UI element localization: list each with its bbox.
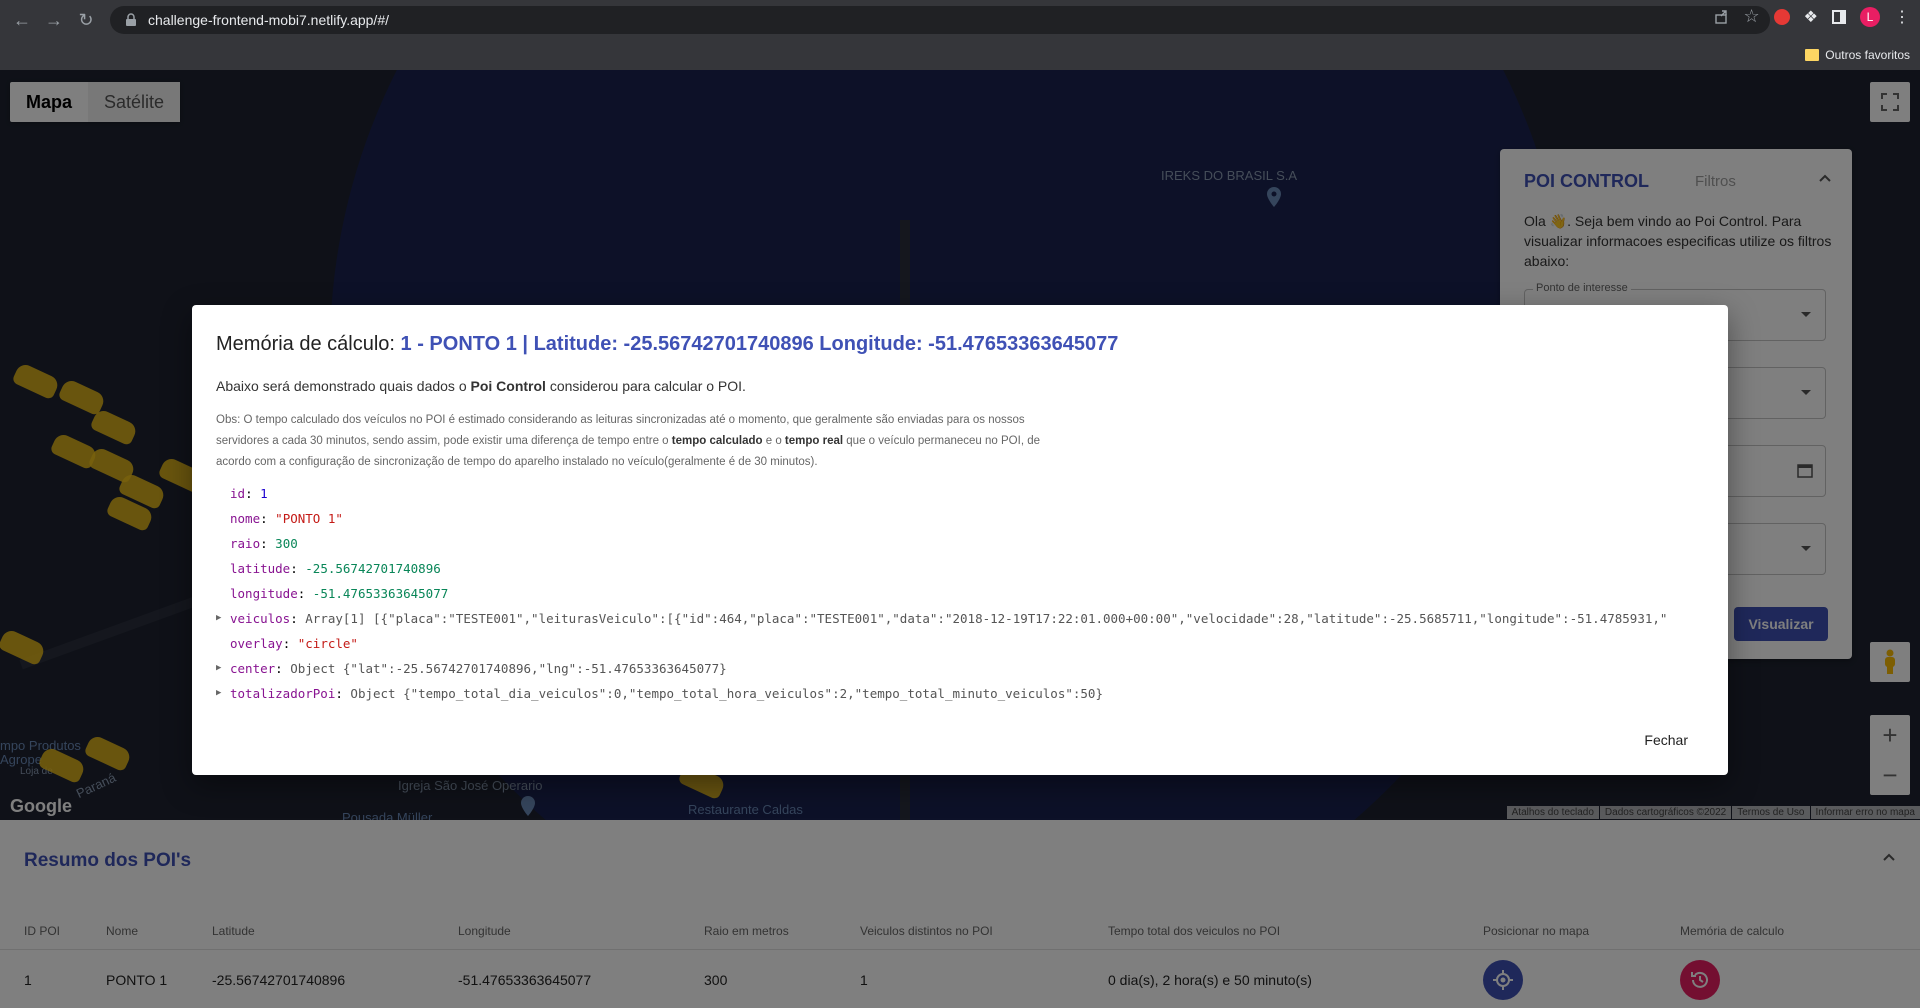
extension-red-icon[interactable] (1773, 8, 1790, 25)
json-value: Array[1] [{"placa":"TESTE001","leiturasV… (305, 611, 1668, 626)
json-key: id (230, 486, 246, 501)
json-row-id: id: 1 (230, 486, 268, 501)
obs-text-2: e o (762, 435, 785, 447)
json-key: veiculos (230, 611, 291, 626)
url-text: challenge-frontend-mobi7.netlify.app/#/ (148, 12, 390, 28)
json-key: nome (230, 511, 261, 526)
json-value: Object {"lat":-25.56742701740896,"lng":-… (290, 661, 727, 676)
json-value: -51.47653363645077 (312, 586, 449, 601)
avatar[interactable]: L (1860, 6, 1880, 27)
toolbar-actions: ☆ ❖ L ⋮ (1714, 6, 1910, 27)
json-key: latitude (230, 561, 291, 576)
dialog-title: Memória de cálculo: 1 - PONTO 1 | Latitu… (216, 333, 1118, 356)
dialog-subtitle-bold: Poi Control (470, 378, 546, 394)
dialog-title-poi: 1 - PONTO 1 | Latitude: -25.567427017408… (400, 333, 1119, 355)
json-row-nome: nome: "PONTO 1" (230, 511, 343, 526)
bookmarks-bar: Outros favoritos (0, 40, 1920, 70)
json-inspector: id: 1 nome: "PONTO 1" raio: 300 latitude… (216, 481, 1716, 706)
json-key: center (230, 661, 276, 676)
lock-icon (126, 13, 136, 26)
folder-icon (1805, 49, 1820, 61)
back-icon[interactable]: ← (6, 4, 38, 36)
share-icon[interactable] (1714, 9, 1730, 25)
reload-icon[interactable]: ↻ (70, 4, 102, 36)
json-key: raio (230, 536, 261, 551)
dialog-subtitle-post: considerou para calcular o POI. (545, 378, 746, 394)
menu-icon[interactable]: ⋮ (1894, 7, 1910, 27)
json-row-raio: raio: 300 (230, 536, 298, 551)
sidepanel-icon[interactable] (1832, 9, 1846, 24)
json-value: "PONTO 1" (275, 511, 343, 526)
json-value: 1 (260, 486, 268, 501)
expand-triangle-icon[interactable]: ▶ (216, 656, 221, 681)
close-button[interactable]: Fechar (1644, 732, 1688, 748)
json-key: longitude (230, 586, 298, 601)
json-value: "circle" (297, 636, 358, 651)
browser-chrome: ← → ↻ challenge-frontend-mobi7.netlify.a… (0, 0, 1920, 70)
json-key: overlay (230, 636, 283, 651)
expand-triangle-icon[interactable]: ▶ (216, 681, 221, 706)
address-bar[interactable]: challenge-frontend-mobi7.netlify.app/#/ (110, 6, 1770, 34)
json-value: 300 (275, 536, 298, 551)
json-value: Object {"tempo_total_dia_veiculos":0,"te… (350, 686, 1103, 701)
expand-triangle-icon[interactable]: ▶ (216, 606, 221, 631)
forward-icon[interactable]: → (38, 4, 70, 36)
star-icon[interactable]: ☆ (1744, 6, 1760, 27)
json-row-overlay: overlay: "circle" (230, 636, 358, 651)
browser-toolbar: ← → ↻ challenge-frontend-mobi7.netlify.a… (0, 0, 1920, 40)
bookmark-other[interactable]: Outros favoritos (1805, 48, 1910, 62)
bookmark-label: Outros favoritos (1825, 48, 1910, 62)
dialog-observation: Obs: O tempo calculado dos veículos no P… (216, 410, 1046, 473)
dialog-subtitle: Abaixo será demonstrado quais dados o Po… (216, 378, 746, 394)
obs-bold-2: tempo real (784, 435, 844, 447)
dialog-title-prefix: Memória de cálculo: (216, 333, 395, 355)
json-row-veiculos[interactable]: ▶ veiculos: Array[1] [{"placa":"TESTE001"… (216, 606, 1716, 631)
json-row-center[interactable]: ▶ center: Object {"lat":-25.5674270174089… (216, 656, 1716, 681)
json-row-latitude: latitude: -25.56742701740896 (230, 561, 441, 576)
puzzle-icon[interactable]: ❖ (1804, 7, 1818, 27)
dialog-subtitle-pre: Abaixo será demonstrado quais dados o (216, 378, 471, 394)
json-row-totalizador[interactable]: ▶ totalizadorPoi: Object {"tempo_total_di… (216, 681, 1716, 706)
obs-bold-1: tempo calculado (671, 435, 763, 447)
json-key: totalizadorPoi (230, 686, 336, 701)
json-row-longitude: longitude: -51.47653363645077 (230, 586, 449, 601)
json-value: -25.56742701740896 (305, 561, 441, 576)
calculation-memory-dialog: Memória de cálculo: 1 - PONTO 1 | Latitu… (192, 305, 1728, 775)
